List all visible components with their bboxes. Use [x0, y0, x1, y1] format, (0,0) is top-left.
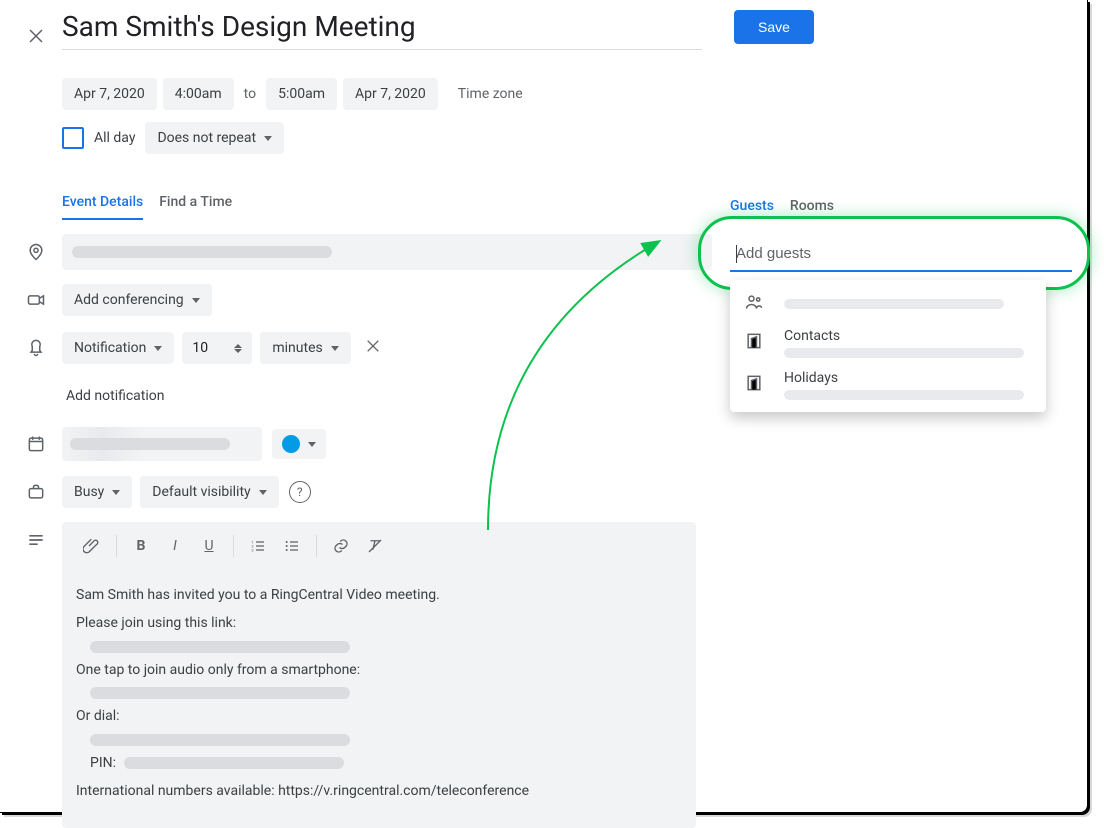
desc-line: International numbers available: https:/…	[76, 780, 682, 802]
availability-label: Busy	[74, 484, 104, 500]
pin-label: PIN:	[90, 755, 116, 771]
tab-event-details[interactable]: Event Details	[62, 186, 143, 220]
event-color-swatch	[282, 435, 300, 453]
notification-value: 10	[192, 340, 208, 356]
chevron-down-icon	[308, 442, 316, 447]
numbered-list-button[interactable]: 123	[242, 530, 274, 562]
suggestion-label: Holidays	[784, 370, 1032, 386]
event-color-select[interactable]	[272, 429, 326, 459]
suggestion-item[interactable]	[730, 286, 1046, 322]
recurrence-label: Does not repeat	[157, 130, 256, 146]
desc-line: Please join using this link:	[76, 612, 682, 634]
notification-unit-label: minutes	[272, 340, 322, 356]
all-day-label: All day	[94, 130, 135, 146]
tab-guests[interactable]: Guests	[730, 192, 774, 220]
people-icon	[744, 292, 768, 316]
desc-line: Sam Smith has invited you to a RingCentr…	[76, 584, 682, 606]
end-time-field[interactable]: 5:00am	[266, 78, 337, 110]
visibility-label: Default visibility	[152, 484, 250, 500]
description-content[interactable]: Sam Smith has invited you to a RingCentr…	[62, 570, 696, 828]
desc-line: PIN:	[90, 752, 682, 774]
chevron-down-icon	[259, 490, 267, 495]
chevron-down-icon	[154, 346, 162, 351]
bell-icon	[18, 330, 54, 366]
guest-suggestions-dropdown: Contacts Holidays	[730, 280, 1046, 412]
add-conferencing-label: Add conferencing	[74, 292, 184, 308]
remove-notification-button[interactable]	[359, 332, 387, 364]
suggestion-label: Contacts	[784, 328, 1032, 344]
desc-line: Or dial:	[76, 705, 682, 727]
attach-file-button[interactable]	[76, 530, 108, 562]
tab-rooms[interactable]: Rooms	[790, 192, 834, 220]
calendar-select[interactable]	[62, 427, 262, 461]
suggestion-item[interactable]: Contacts	[730, 322, 1046, 364]
calendar-icon	[18, 426, 54, 462]
spacer	[18, 378, 54, 414]
italic-button[interactable]: I	[159, 530, 191, 562]
add-notification-link[interactable]: Add notification	[62, 380, 165, 412]
end-date-field[interactable]: Apr 7, 2020	[343, 78, 438, 110]
stepper-arrows	[234, 344, 242, 353]
desc-line: One tap to join audio only from a smartp…	[76, 659, 682, 681]
chevron-down-icon	[192, 298, 200, 303]
close-button[interactable]	[16, 16, 56, 56]
briefcase-icon	[18, 474, 54, 510]
event-title-input[interactable]: Sam Smith's Design Meeting	[62, 10, 702, 50]
room-icon	[744, 373, 768, 397]
notification-value-stepper[interactable]: 10	[182, 332, 252, 364]
text-cursor	[736, 245, 737, 263]
add-guests-input[interactable]	[730, 237, 1072, 272]
underline-button[interactable]: U	[193, 530, 225, 562]
availability-select[interactable]: Busy	[62, 476, 132, 508]
clear-formatting-button[interactable]	[359, 530, 391, 562]
recurrence-select[interactable]: Does not repeat	[145, 122, 284, 154]
to-label: to	[244, 86, 256, 102]
location-icon	[18, 234, 54, 270]
chevron-down-icon	[331, 346, 339, 351]
add-conferencing-select[interactable]: Add conferencing	[62, 284, 212, 316]
start-date-field[interactable]: Apr 7, 2020	[62, 78, 157, 110]
chevron-down-icon	[112, 490, 120, 495]
help-icon[interactable]: ?	[289, 481, 311, 503]
description-icon	[18, 522, 54, 558]
location-input[interactable]	[62, 234, 712, 270]
save-button[interactable]: Save	[734, 10, 814, 44]
notification-type-label: Notification	[74, 340, 146, 356]
link-button[interactable]	[325, 530, 357, 562]
timezone-link[interactable]: Time zone	[458, 86, 523, 102]
start-time-field[interactable]: 4:00am	[163, 78, 234, 110]
all-day-checkbox[interactable]	[62, 127, 84, 149]
suggestion-item[interactable]: Holidays	[730, 364, 1046, 406]
svg-text:3: 3	[251, 547, 253, 552]
bulleted-list-button[interactable]	[276, 530, 308, 562]
notification-unit-select[interactable]: minutes	[260, 332, 350, 364]
notification-type-select[interactable]: Notification	[62, 332, 174, 364]
tab-find-time[interactable]: Find a Time	[159, 186, 232, 220]
chevron-down-icon	[264, 136, 272, 141]
bold-button[interactable]: B	[125, 530, 157, 562]
room-icon	[744, 331, 768, 355]
visibility-select[interactable]: Default visibility	[140, 476, 278, 508]
video-icon	[18, 282, 54, 318]
description-editor[interactable]: B I U 123	[62, 522, 696, 828]
